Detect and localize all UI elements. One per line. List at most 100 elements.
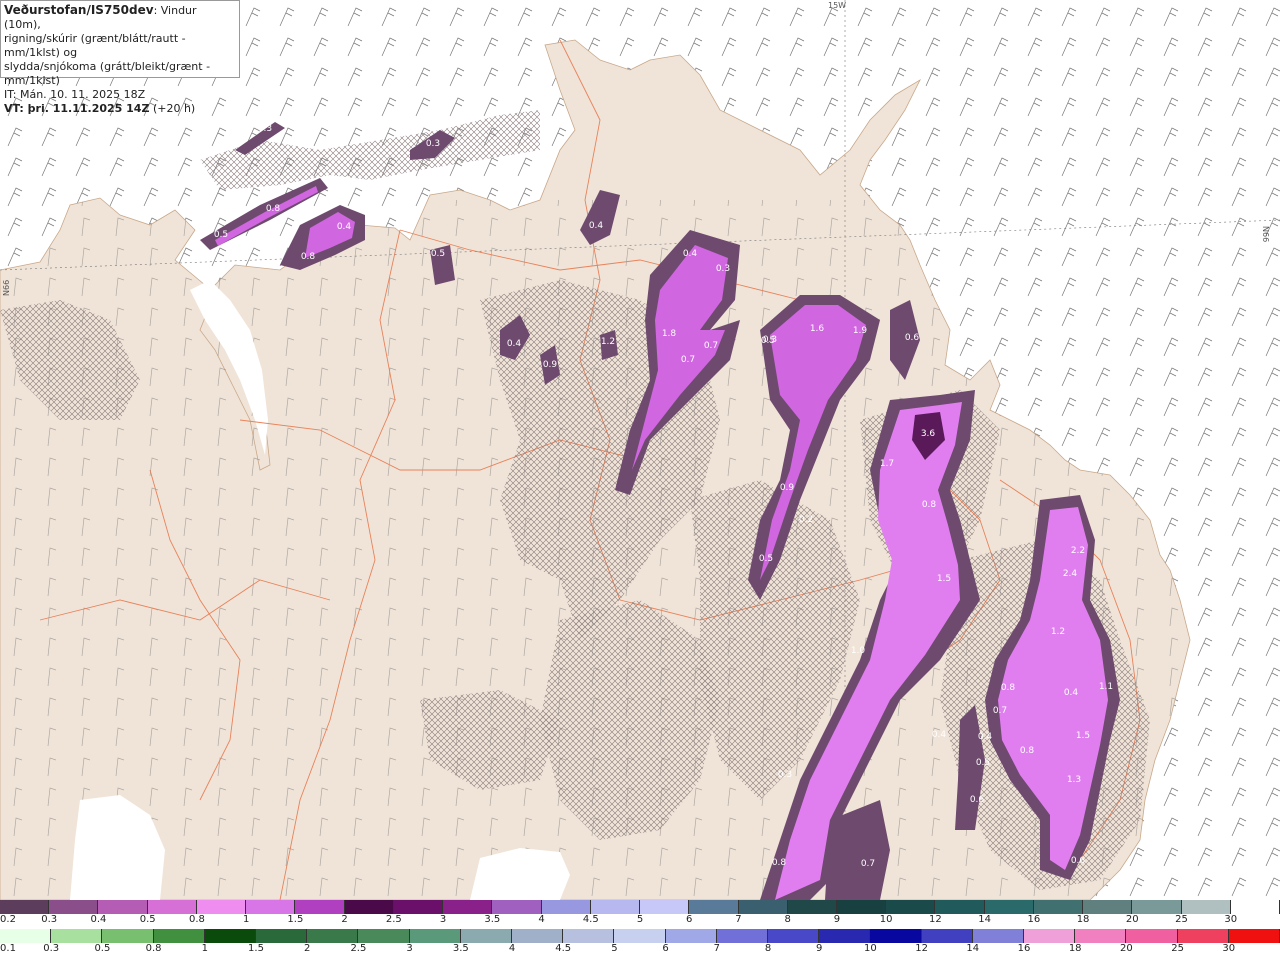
snow-scale-swatch: [935, 900, 985, 914]
precip-value-label: 0.3: [258, 124, 272, 134]
rain-scale-swatch: [153, 929, 205, 943]
rain-scale-label: 2: [304, 943, 311, 954]
precip-value-label: 0.4: [1064, 688, 1079, 698]
snow-scale-label: 16: [1027, 914, 1041, 925]
snow-scale-swatch: [1230, 900, 1280, 914]
snow-scale-swatch: [49, 900, 99, 914]
rain-scale-swatch: [1228, 929, 1280, 943]
rain-scale-labels: 0.1 0.3 0.5 0.8 1 1.5 2 2.5 3 3.5 4 4.5 5 6 7 8 9 10 12 14 1…: [0, 943, 1280, 957]
precip-value-label: 0.8: [1020, 746, 1035, 756]
map-legend: Veðurstofan/IS750dev: Vindur (10m), rign…: [0, 0, 240, 115]
snow-scale-swatch: [787, 900, 837, 914]
precip-value-label: 1.1: [1099, 682, 1113, 692]
precip-value-label: 0.5: [431, 249, 445, 259]
snow-scale-label: 20: [1125, 914, 1139, 925]
precip-value-label: 3.6: [921, 429, 936, 439]
rain-scale-swatch: [665, 929, 717, 943]
snow-scale-label: 12: [929, 914, 942, 925]
precip-value-label: 0.5: [976, 758, 990, 768]
precip-value-label: 1.6: [810, 324, 825, 334]
snow-scale-label: 2: [341, 914, 348, 925]
rain-scale-swatch: [307, 929, 359, 943]
rain-scale-label: 0.5: [94, 943, 111, 954]
snow-scale-label: 25: [1175, 914, 1188, 925]
snow-scale-label: 4.5: [582, 914, 599, 925]
snow-scale-swatch: [1033, 900, 1084, 914]
precip-value-label: 0.4: [978, 732, 993, 742]
rain-scale-label: 14: [966, 943, 980, 954]
rain-scale-swatch: [819, 929, 871, 943]
rain-scale-swatch: [870, 929, 922, 943]
precip-value-label: 1.3: [1067, 775, 1081, 785]
precip-value-label: 2.2: [1071, 546, 1085, 556]
rain-scale-label: 3: [406, 943, 413, 954]
rain-scale-label: 12: [915, 943, 928, 954]
precip-value-label: 0.3: [778, 770, 792, 780]
precip-value-label: 0.4: [932, 730, 947, 740]
rain-scale-label: 0.1: [0, 943, 16, 954]
snow-scale-swatch: [295, 900, 345, 914]
precip-value-label: 0.6: [970, 795, 985, 805]
snow-scale-swatch: [1181, 900, 1231, 914]
rain-scale-swatch: [716, 929, 769, 943]
precip-value-label: 0.5: [214, 230, 228, 240]
precip-value-label: 0.2: [799, 515, 813, 525]
legend-line-2: rigning/skúrir (grænt/blátt/rautt - mm/1…: [4, 32, 186, 59]
rain-scale-label: 0.3: [43, 943, 60, 954]
snow-scale-swatch: [836, 900, 887, 914]
precip-value-label: 0.3: [716, 264, 730, 274]
rain-scale-swatch: [1024, 929, 1076, 943]
rain-scale-swatch: [204, 929, 257, 943]
precip-value-label: 0.7: [704, 341, 718, 351]
rain-scale-label: 10: [864, 943, 877, 954]
precip-value-label: 1.8: [662, 329, 677, 339]
snow-scale-swatch: [590, 900, 641, 914]
rain-scale-swatch: [512, 929, 564, 943]
rain-scale-swatch: [768, 929, 820, 943]
snow-scale-swatch: [492, 900, 542, 914]
precip-value-label: 0.5: [759, 554, 773, 564]
rain-scale-swatch: [0, 929, 52, 943]
snow-scale-label: 3: [439, 914, 447, 925]
snow-scale-label: 1.5: [287, 914, 304, 925]
snow-scale-label: 1: [242, 914, 250, 925]
rain-scale-swatch: [102, 929, 154, 943]
rain-scale-swatch: [563, 929, 615, 943]
rain-scale-label: 0.8: [145, 943, 162, 954]
snow-scale-labels: 0.2 0.3 0.4 0.5 0.8 1 1.5 2 2.5 3 3.5 4 4.5 5 6 7 8 9 10 12…: [0, 914, 1280, 928]
snow-scale-swatch: [738, 900, 788, 914]
precip-value-label: 1.2: [601, 337, 615, 347]
rain-scale-label: 2.5: [350, 943, 367, 954]
snow-scale-swatch: [98, 900, 148, 914]
rain-scale-swatch: [921, 929, 973, 943]
legend-it: IT: Mán. 10. 11. 2025 18Z: [4, 88, 146, 101]
rain-scale-label: 1: [201, 943, 208, 954]
legend-title: Veðurstofan/IS750dev: [4, 3, 154, 17]
precip-value-label: 1.2: [1051, 627, 1065, 637]
precip-value-label: 0.9: [543, 360, 558, 370]
snow-scale-label: 6: [686, 914, 693, 925]
rain-scale-label: 25: [1171, 943, 1184, 954]
snow-scale-swatch: [1083, 900, 1133, 914]
precip-value-label: 0.8: [266, 204, 281, 214]
rain-scale-label: 8: [764, 943, 772, 954]
precip-value-label: 0.8: [922, 500, 937, 510]
rain-scale-swatch: [614, 929, 666, 943]
precip-value-label: 0.8: [1001, 683, 1016, 693]
rain-scale-label: 30: [1222, 943, 1236, 954]
snow-scale-label: 7: [735, 914, 742, 925]
precip-value-label: 1.9: [853, 326, 868, 336]
precip-value-label: 0.6: [905, 333, 920, 343]
snow-scale-swatch: [541, 900, 591, 914]
rain-scale-label: 6: [662, 943, 669, 954]
rain-scale-label: 7: [713, 943, 720, 954]
snow-scale-label: 14: [978, 914, 991, 925]
rain-scale-swatch: [409, 929, 461, 943]
precip-value-label: 2.4: [1063, 569, 1078, 579]
snow-scale-swatch: [984, 900, 1034, 914]
snow-scale-label: 30: [1224, 914, 1238, 925]
snow-scale-label: 5: [636, 914, 644, 925]
precip-value-label: 0.5: [761, 336, 775, 346]
weather-map: 0.3 0.3 0.8 0.5 0.4 0.8 0.5 0.4 0.4 0.9 1.2 0.4 0.3 0…: [0, 0, 1280, 900]
snow-scale-label: 0.5: [139, 914, 156, 925]
